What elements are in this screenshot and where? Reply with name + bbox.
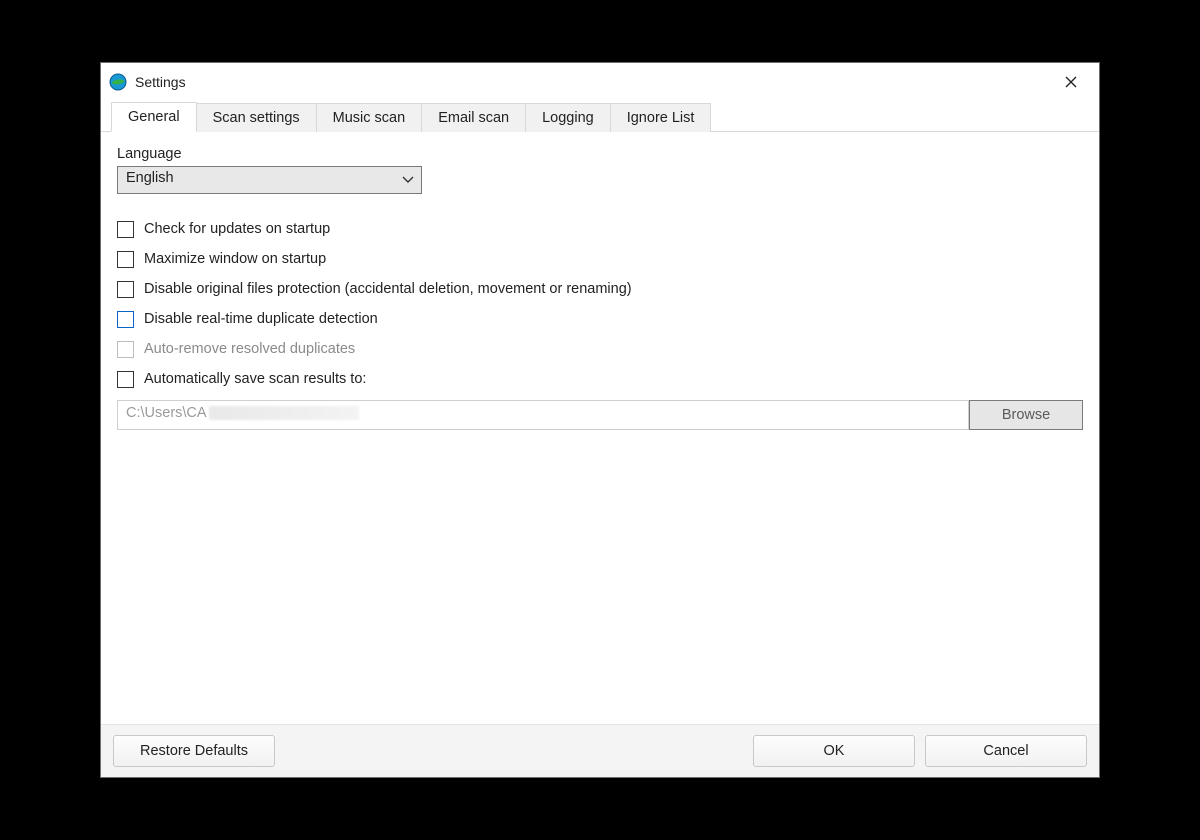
check-auto-remove-row: Auto-remove resolved duplicates [117, 334, 1083, 364]
tab-music-scan[interactable]: Music scan [317, 103, 423, 132]
redacted-path-segment [209, 406, 359, 420]
tab-general[interactable]: General [111, 102, 197, 132]
language-select[interactable]: English [117, 166, 422, 194]
restore-defaults-button[interactable]: Restore Defaults [113, 735, 275, 767]
check-label: Disable original files protection (accid… [144, 281, 632, 297]
checkbox-icon [117, 341, 134, 358]
checkbox-icon [117, 311, 134, 328]
general-panel: Language English Check for updates on st… [101, 132, 1099, 724]
check-disable-protection-row[interactable]: Disable original files protection (accid… [117, 274, 1083, 304]
check-label: Maximize window on startup [144, 251, 326, 267]
check-updates-row[interactable]: Check for updates on startup [117, 214, 1083, 244]
checkbox-icon [117, 221, 134, 238]
check-auto-save-row[interactable]: Automatically save scan results to: [117, 364, 1083, 394]
cancel-button[interactable]: Cancel [925, 735, 1087, 767]
check-label: Disable real-time duplicate detection [144, 311, 378, 327]
checkbox-icon [117, 281, 134, 298]
tab-logging[interactable]: Logging [526, 103, 611, 132]
window-title: Settings [135, 74, 186, 90]
check-disable-realtime-row[interactable]: Disable real-time duplicate detection [117, 304, 1083, 334]
settings-dialog: Settings General Scan settings Music sca… [100, 62, 1100, 778]
tab-scan-settings[interactable]: Scan settings [197, 103, 317, 132]
check-label: Check for updates on startup [144, 221, 330, 237]
language-label: Language [117, 146, 1083, 162]
save-path-row: C:\Users\CA Browse [117, 400, 1083, 430]
check-label: Automatically save scan results to: [144, 371, 366, 387]
close-icon [1065, 76, 1077, 88]
titlebar: Settings [101, 63, 1099, 99]
tab-bar: General Scan settings Music scan Email s… [101, 99, 1099, 132]
ok-button[interactable]: OK [753, 735, 915, 767]
app-icon [109, 73, 127, 91]
tab-ignore-list[interactable]: Ignore List [611, 103, 712, 132]
tab-email-scan[interactable]: Email scan [422, 103, 526, 132]
close-button[interactable] [1049, 68, 1093, 96]
checkbox-icon [117, 251, 134, 268]
save-path-input[interactable]: C:\Users\CA [117, 400, 969, 430]
browse-button[interactable]: Browse [969, 400, 1083, 430]
check-maximize-row[interactable]: Maximize window on startup [117, 244, 1083, 274]
save-path-value: C:\Users\CA [126, 405, 207, 421]
language-value: English [117, 166, 422, 194]
dialog-footer: Restore Defaults OK Cancel [101, 724, 1099, 777]
checkbox-icon [117, 371, 134, 388]
check-label: Auto-remove resolved duplicates [144, 341, 355, 357]
